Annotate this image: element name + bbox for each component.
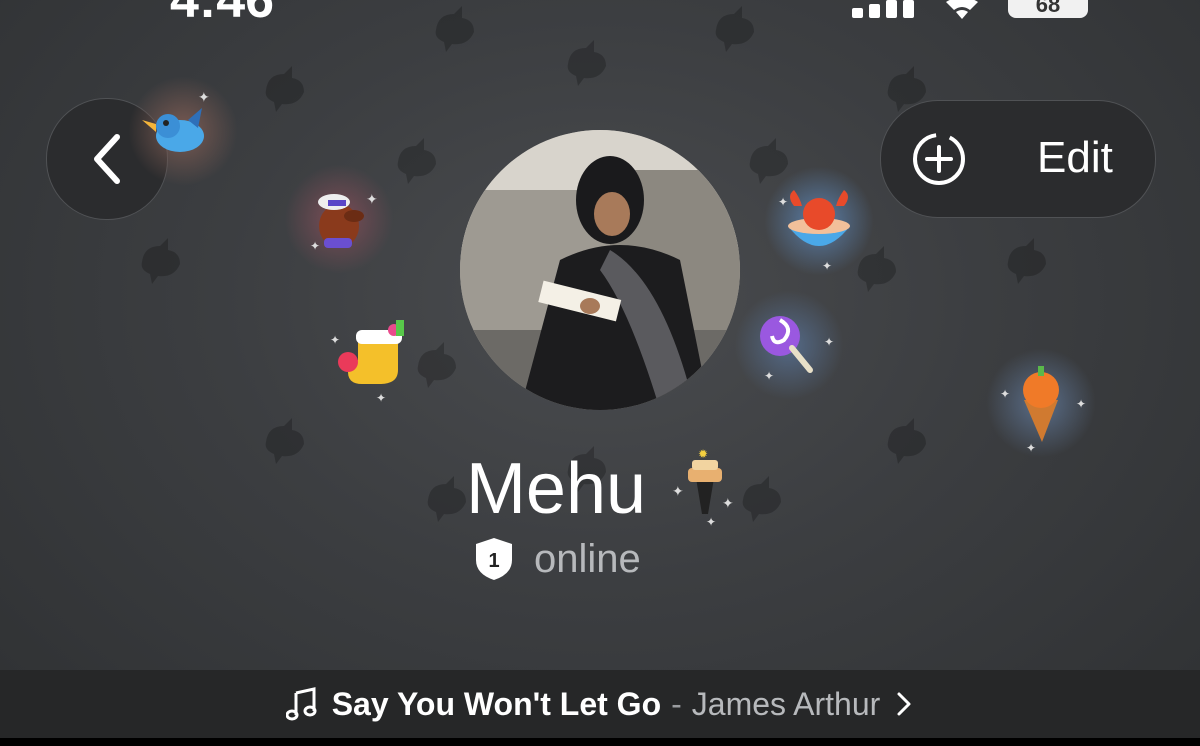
status-bar: 4:46 68: [0, 0, 1200, 29]
wifi-icon: [940, 0, 984, 20]
svg-text:✦: ✦: [722, 495, 734, 511]
bird-icon: [1000, 232, 1054, 286]
crab-bowl-gift-icon[interactable]: ✦ ✦: [764, 166, 874, 276]
svg-text:✦: ✦: [764, 369, 774, 383]
edit-button[interactable]: Edit: [880, 100, 1156, 218]
add-icon: [913, 133, 965, 185]
toucan-gift-icon[interactable]: ✦: [128, 76, 238, 186]
svg-text:✦: ✦: [310, 239, 320, 253]
svg-text:✹: ✹: [698, 448, 708, 461]
emoji-status-icon[interactable]: ✹ ✦ ✦ ✦: [670, 447, 740, 529]
svg-text:✦: ✦: [376, 391, 386, 405]
song-artist: James Arthur: [691, 685, 881, 722]
svg-text:✦: ✦: [330, 333, 340, 347]
online-status: online: [534, 536, 641, 581]
back-icon: [94, 134, 120, 184]
svg-text:✦: ✦: [198, 89, 210, 105]
music-note-icon: [285, 687, 317, 721]
svg-text:✦: ✦: [672, 483, 684, 499]
now-playing-bar[interactable]: Say You Won't Let Go - James Arthur: [0, 670, 1200, 738]
chevron-right-icon: [897, 692, 911, 716]
svg-text:✦: ✦: [1000, 387, 1010, 401]
bird-icon: [390, 132, 444, 186]
bird-icon: [708, 0, 762, 54]
bird-icon: [560, 34, 614, 88]
battery-icon: 68: [1008, 0, 1088, 18]
status-time: 4:46: [170, 0, 275, 29]
signal-icon: [852, 0, 916, 18]
svg-text:✦: ✦: [822, 259, 832, 273]
shield-badge-count: 1: [488, 550, 499, 572]
bird-icon: [134, 232, 188, 286]
icecream-gift-icon[interactable]: ✦ ✦ ✦: [986, 348, 1096, 458]
edit-label: Edit: [1037, 133, 1113, 182]
svg-text:✦: ✦: [778, 195, 788, 209]
profile-name-row: Mehu: [0, 448, 1200, 530]
profile-avatar[interactable]: [460, 130, 740, 410]
bird-icon: [428, 0, 482, 54]
bird-icon: [258, 60, 312, 114]
svg-text:✦: ✦: [824, 335, 834, 349]
song-title: Say You Won't Let Go: [331, 685, 662, 722]
svg-text:✦: ✦: [1076, 397, 1086, 411]
stocking-gift-icon[interactable]: ✦ ✦: [318, 300, 428, 410]
song-separator: -: [671, 685, 682, 722]
svg-text:✦: ✦: [366, 191, 378, 207]
lollipop-gift-icon[interactable]: ✦ ✦: [734, 290, 844, 400]
status-row: 1 online: [472, 536, 641, 582]
bottom-edge: [0, 738, 1200, 746]
shield-icon: 1: [476, 538, 512, 580]
svg-text:✦: ✦: [706, 515, 716, 528]
dog-gift-icon[interactable]: ✦ ✦: [284, 164, 394, 274]
profile-name: Mehu: [465, 449, 647, 529]
